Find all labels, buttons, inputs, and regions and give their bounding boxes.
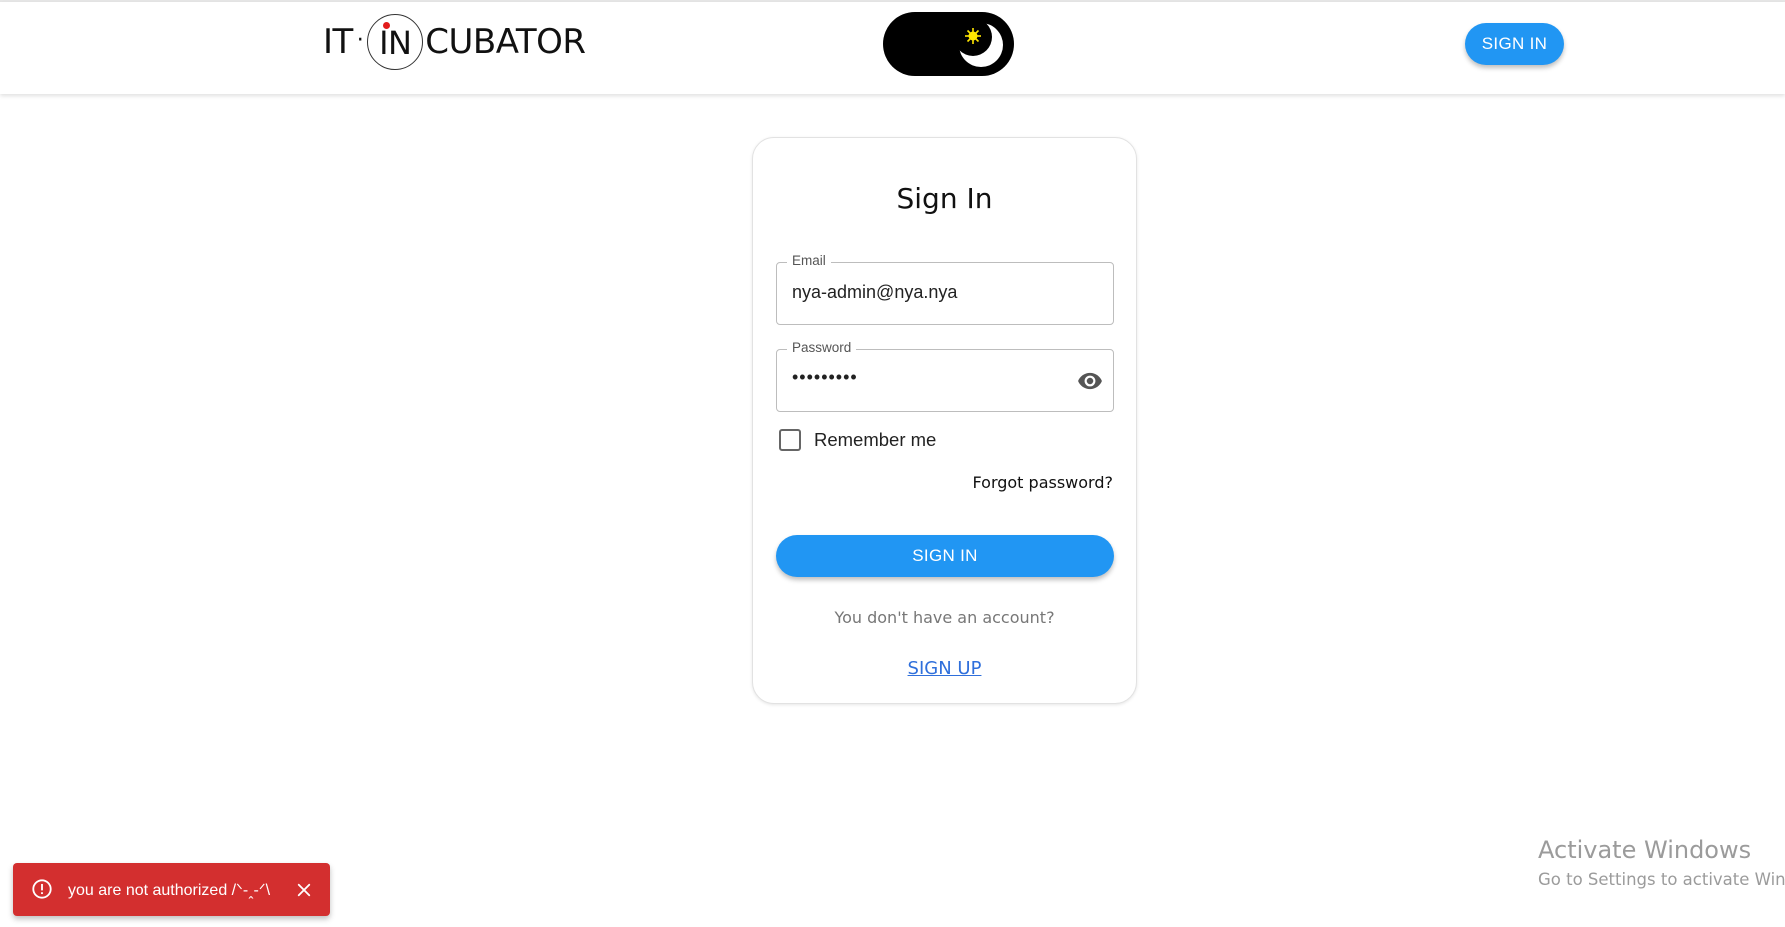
it-incubator-logo[interactable]: IT · IN CUBATOR [323, 14, 586, 70]
show-password-eye-icon[interactable] [1077, 368, 1103, 399]
password-field[interactable]: Password ••••••••• [776, 340, 1114, 412]
sign-in-card: Sign In Email nya-admin@nya.nya Password… [752, 137, 1137, 704]
error-icon [31, 878, 53, 905]
logo-text-it: IT [323, 22, 353, 62]
app-header: IT · IN CUBATOR SIGN IN [0, 2, 1785, 94]
sign-in-button[interactable]: SIGN IN [776, 535, 1114, 577]
moon-icon [954, 18, 1003, 67]
remember-me-checkbox[interactable] [779, 429, 801, 451]
logo-ring: IN [367, 14, 424, 70]
email-field[interactable]: Email nya-admin@nya.nya [776, 253, 1114, 325]
password-label: Password [787, 340, 857, 355]
logo-text-cubator: CUBATOR [425, 22, 586, 62]
remember-me-label[interactable]: Remember me [814, 429, 936, 451]
toast-message: you are not authorized /ᐠ-ꞈ-ᐟ\ [68, 882, 271, 899]
close-icon[interactable] [295, 881, 313, 904]
remember-me-row: Remember me [776, 425, 936, 455]
logo-dot: · [356, 27, 364, 53]
email-value: nya-admin@nya.nya [792, 282, 958, 302]
sign-up-link[interactable]: SIGN UP [753, 658, 1136, 679]
windows-activation-watermark: Activate Windows Go to Settings to activ… [1538, 836, 1785, 889]
page-title: Sign In [896, 182, 993, 215]
logo-text-in: IN [379, 24, 412, 62]
password-value: ••••••••• [792, 367, 858, 387]
no-account-text: You don't have an account? [834, 608, 1055, 627]
header-sign-in-button[interactable]: SIGN IN [1465, 23, 1564, 65]
watermark-subtitle: Go to Settings to activate Windows. [1538, 870, 1785, 889]
email-label: Email [787, 253, 831, 268]
watermark-title: Activate Windows [1538, 836, 1752, 864]
error-toast: you are not authorized /ᐠ-ꞈ-ᐟ\ [13, 863, 330, 916]
forgot-password-link[interactable]: Forgot password? [973, 473, 1113, 492]
theme-toggle[interactable] [883, 12, 1014, 76]
